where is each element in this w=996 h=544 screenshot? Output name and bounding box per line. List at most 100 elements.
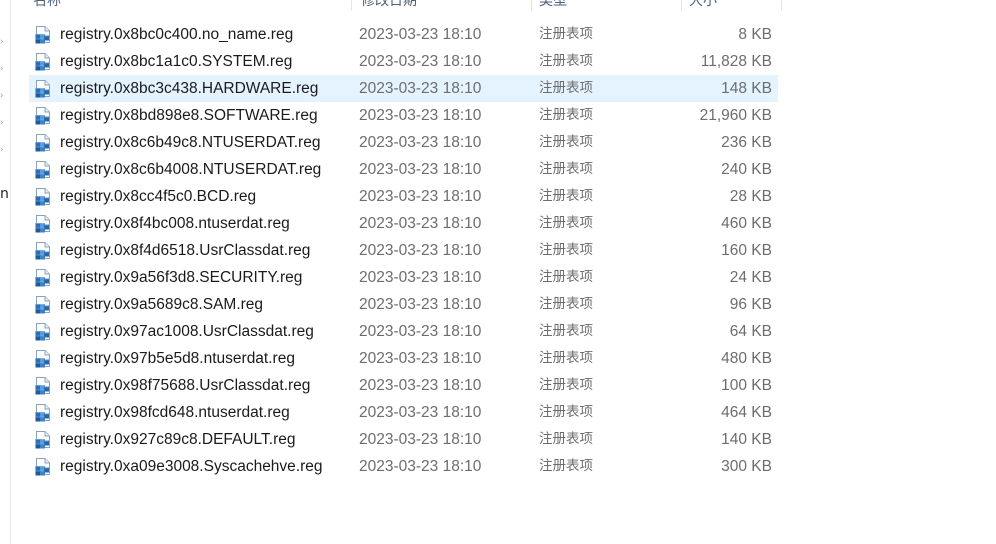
file-size: 100 KB xyxy=(721,377,772,394)
file-row[interactable]: registry.0x98fcd648.ntuserdat.reg 2023-0… xyxy=(29,399,778,426)
file-name: registry.0xa09e3008.Syscachehve.reg xyxy=(60,458,323,475)
file-name: registry.0x9a56f3d8.SECURITY.reg xyxy=(60,269,303,286)
column-header-row: 名称 修改日期 类型 大小 xyxy=(0,0,782,11)
registry-file-icon xyxy=(35,349,51,368)
file-modified-date: 2023-03-23 18:10 xyxy=(359,431,482,448)
navigation-pane: › › › › › n xyxy=(0,0,11,544)
file-name: registry.0x8bd898e8.SOFTWARE.reg xyxy=(60,107,318,124)
column-divider[interactable] xyxy=(681,0,682,11)
file-modified-date: 2023-03-23 18:10 xyxy=(359,134,482,151)
file-name: registry.0x8c6b49c8.NTUSERDAT.reg xyxy=(60,134,321,151)
file-type: 注册表项 xyxy=(539,134,593,150)
nav-expand-chevron-icon[interactable]: › xyxy=(0,64,8,74)
column-header-type[interactable]: 类型 xyxy=(539,0,567,11)
file-row[interactable]: registry.0x8c6b49c8.NTUSERDAT.reg 2023-0… xyxy=(29,129,778,156)
registry-file-icon xyxy=(35,160,51,179)
file-type: 注册表项 xyxy=(539,296,593,312)
file-type: 注册表项 xyxy=(539,107,593,123)
file-size: 64 KB xyxy=(729,323,772,340)
column-header-name[interactable]: 名称 xyxy=(33,0,61,11)
file-name: registry.0x927c89c8.DEFAULT.reg xyxy=(60,431,296,448)
registry-file-icon xyxy=(35,268,51,287)
file-type: 注册表项 xyxy=(539,188,593,204)
nav-expand-chevron-icon[interactable]: › xyxy=(0,145,8,155)
registry-file-icon xyxy=(35,25,51,44)
file-type: 注册表项 xyxy=(539,377,593,393)
file-row[interactable]: registry.0xa09e3008.Syscachehve.reg 2023… xyxy=(29,453,778,480)
file-size: 236 KB xyxy=(721,134,772,151)
file-type: 注册表项 xyxy=(539,269,593,285)
file-modified-date: 2023-03-23 18:10 xyxy=(359,269,482,286)
file-row[interactable]: registry.0x927c89c8.DEFAULT.reg 2023-03-… xyxy=(29,426,778,453)
registry-file-icon xyxy=(35,241,51,260)
file-size: 140 KB xyxy=(721,431,772,448)
registry-file-icon xyxy=(35,52,51,71)
file-size: 24 KB xyxy=(729,269,772,286)
file-name: registry.0x97b5e5d8.ntuserdat.reg xyxy=(60,350,295,367)
column-divider[interactable] xyxy=(781,0,782,11)
column-header-date[interactable]: 修改日期 xyxy=(361,0,417,11)
file-type: 注册表项 xyxy=(539,404,593,420)
registry-file-icon xyxy=(35,187,51,206)
file-name: registry.0x8cc4f5c0.BCD.reg xyxy=(60,188,257,205)
file-size: 8 KB xyxy=(738,26,772,43)
file-name: registry.0x98fcd648.ntuserdat.reg xyxy=(60,404,290,421)
file-modified-date: 2023-03-23 18:10 xyxy=(359,161,482,178)
file-name: registry.0x8f4d6518.UsrClassdat.reg xyxy=(60,242,311,259)
file-size: 240 KB xyxy=(721,161,772,178)
file-row[interactable]: registry.0x8bc3c438.HARDWARE.reg 2023-03… xyxy=(29,75,778,102)
file-type: 注册表项 xyxy=(539,161,593,177)
registry-file-icon xyxy=(35,133,51,152)
file-type: 注册表项 xyxy=(539,323,593,339)
file-modified-date: 2023-03-23 18:10 xyxy=(359,80,482,97)
file-type: 注册表项 xyxy=(539,350,593,366)
file-type: 注册表项 xyxy=(539,26,593,42)
file-modified-date: 2023-03-23 18:10 xyxy=(359,242,482,259)
file-size: 96 KB xyxy=(729,296,772,313)
file-row[interactable]: registry.0x98f75688.UsrClassdat.reg 2023… xyxy=(29,372,778,399)
file-type: 注册表项 xyxy=(539,53,593,69)
file-name: registry.0x8bc1a1c0.SYSTEM.reg xyxy=(60,53,293,70)
file-row[interactable]: registry.0x8bd898e8.SOFTWARE.reg 2023-03… xyxy=(29,102,778,129)
file-row[interactable]: registry.0x8c6b4008.NTUSERDAT.reg 2023-0… xyxy=(29,156,778,183)
file-size: 11,828 KB xyxy=(700,53,772,70)
file-size: 300 KB xyxy=(721,458,772,475)
file-row[interactable]: registry.0x97ac1008.UsrClassdat.reg 2023… xyxy=(29,318,778,345)
file-row[interactable]: registry.0x9a56f3d8.SECURITY.reg 2023-03… xyxy=(29,264,778,291)
nav-expand-chevron-icon[interactable]: › xyxy=(0,37,8,47)
registry-file-icon xyxy=(35,79,51,98)
file-size: 464 KB xyxy=(721,404,772,421)
file-row[interactable]: registry.0x8bc0c400.no_name.reg 2023-03-… xyxy=(29,21,778,48)
file-name: registry.0x98f75688.UsrClassdat.reg xyxy=(60,377,311,394)
nav-expand-chevron-icon[interactable]: › xyxy=(0,91,8,101)
file-list: registry.0x8bc0c400.no_name.reg 2023-03-… xyxy=(29,21,778,480)
file-row[interactable]: registry.0x8bc1a1c0.SYSTEM.reg 2023-03-2… xyxy=(29,48,778,75)
file-type: 注册表项 xyxy=(539,242,593,258)
file-size: 460 KB xyxy=(721,215,772,232)
registry-file-icon xyxy=(35,106,51,125)
column-divider[interactable] xyxy=(351,0,352,11)
file-size: 480 KB xyxy=(721,350,772,367)
file-modified-date: 2023-03-23 18:10 xyxy=(359,107,482,124)
file-name: registry.0x9a5689c8.SAM.reg xyxy=(60,296,264,313)
nav-expand-chevron-icon[interactable]: › xyxy=(0,118,8,128)
file-modified-date: 2023-03-23 18:10 xyxy=(359,215,482,232)
file-row[interactable]: registry.0x8cc4f5c0.BCD.reg 2023-03-23 1… xyxy=(29,183,778,210)
registry-file-icon xyxy=(35,403,51,422)
column-divider[interactable] xyxy=(531,0,532,11)
file-size: 160 KB xyxy=(721,242,772,259)
nav-item-label[interactable]: n xyxy=(0,186,9,202)
file-modified-date: 2023-03-23 18:10 xyxy=(359,404,482,421)
file-name: registry.0x97ac1008.UsrClassdat.reg xyxy=(60,323,314,340)
column-header-size[interactable]: 大小 xyxy=(689,0,717,11)
file-row[interactable]: registry.0x9a5689c8.SAM.reg 2023-03-23 1… xyxy=(29,291,778,318)
file-type: 注册表项 xyxy=(539,80,593,96)
file-modified-date: 2023-03-23 18:10 xyxy=(359,26,482,43)
registry-file-icon xyxy=(35,214,51,233)
file-modified-date: 2023-03-23 18:10 xyxy=(359,350,482,367)
file-row[interactable]: registry.0x8f4bc008.ntuserdat.reg 2023-0… xyxy=(29,210,778,237)
file-row[interactable]: registry.0x8f4d6518.UsrClassdat.reg 2023… xyxy=(29,237,778,264)
file-type: 注册表项 xyxy=(539,458,593,474)
registry-file-icon xyxy=(35,295,51,314)
file-row[interactable]: registry.0x97b5e5d8.ntuserdat.reg 2023-0… xyxy=(29,345,778,372)
